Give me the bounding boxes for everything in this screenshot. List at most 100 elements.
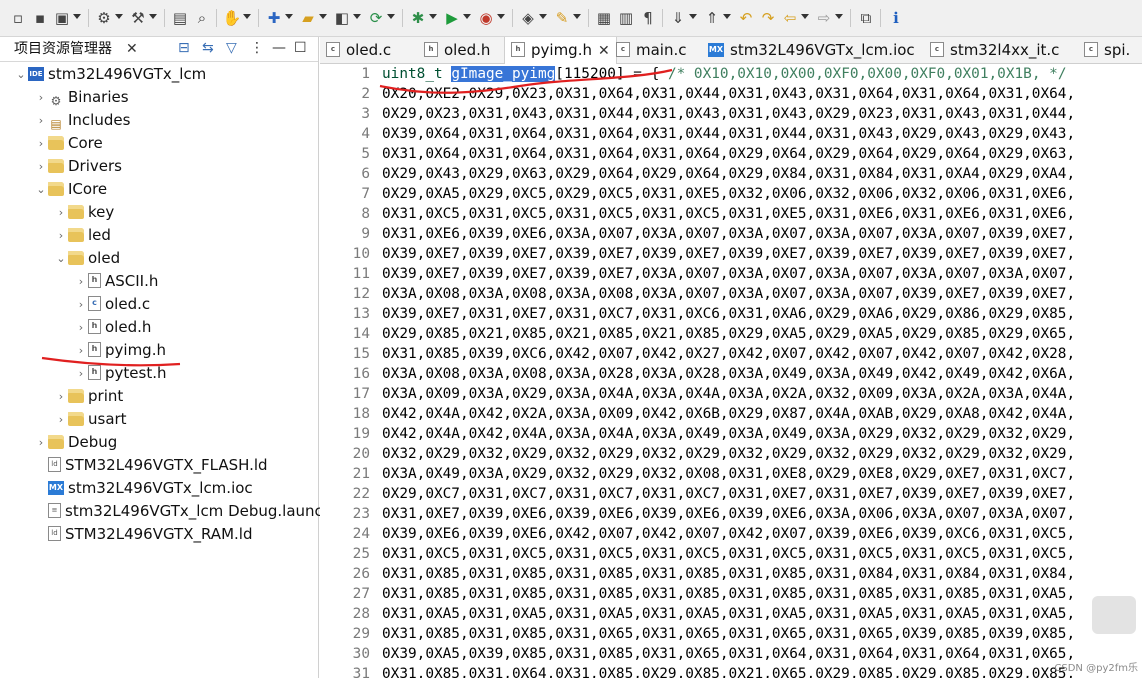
- maximize-icon[interactable]: ☐: [294, 38, 307, 58]
- tree-item-stm32l496vgtx-ram-ld[interactable]: ld STM32L496VGTX_RAM.ld: [34, 523, 252, 546]
- code-line[interactable]: 0X29,0XC7,0X31,0XC7,0X31,0XC7,0X31,0XC7,…: [382, 484, 1075, 504]
- tree-item-stm32l496vgtx-lcm-ioc[interactable]: MX stm32L496VGTx_lcm.ioc: [34, 477, 253, 500]
- chevron-right-icon[interactable]: ›: [74, 362, 88, 385]
- code-line[interactable]: uint8_t gImage_pyimg[115200] = { /* 0X10…: [382, 64, 1066, 84]
- dropdown-arrow-icon[interactable]: [319, 14, 327, 19]
- dropdown-arrow-icon[interactable]: [723, 14, 731, 19]
- code-line[interactable]: 0X29,0X85,0X21,0X85,0X21,0X85,0X21,0X85,…: [382, 324, 1075, 344]
- code-line[interactable]: 0X39,0XA5,0X39,0X85,0X31,0X85,0X31,0X65,…: [382, 644, 1075, 664]
- chevron-right-icon[interactable]: ›: [34, 155, 48, 178]
- code-line[interactable]: 0X31,0X64,0X31,0X64,0X31,0X64,0X31,0X64,…: [382, 144, 1075, 164]
- prev-annotation-icon[interactable]: ⇑: [702, 7, 722, 29]
- dropdown-arrow-icon[interactable]: [835, 14, 843, 19]
- maximize-view-icon[interactable]: ⧉: [856, 7, 876, 29]
- code-line[interactable]: 0X31,0X85,0X31,0X64,0X31,0X85,0X29,0X85,…: [382, 664, 1075, 678]
- tab-stm32l496vgtx-lcm-ioc[interactable]: MX stm32L496VGTx_lcm.ioc: [708, 37, 915, 63]
- code-line[interactable]: 0X3A,0X08,0X3A,0X08,0X3A,0X28,0X3A,0X28,…: [382, 364, 1075, 384]
- dropdown-arrow-icon[interactable]: [243, 14, 251, 19]
- tab-stm32l4xx-it-c[interactable]: c stm32l4xx_it.c: [930, 37, 1059, 63]
- tab-oled-h[interactable]: h oled.h: [424, 37, 490, 63]
- tab-main-c[interactable]: c main.c: [616, 37, 687, 63]
- info-icon[interactable]: ℹ: [886, 7, 906, 29]
- search-icon[interactable]: ⌕: [192, 7, 212, 29]
- dropdown-arrow-icon[interactable]: [149, 14, 157, 19]
- tree-item-usart[interactable]: › usart: [54, 408, 127, 431]
- forward-icon[interactable]: ⇨: [814, 7, 834, 29]
- new-project-icon[interactable]: ✚: [264, 7, 284, 29]
- build-settings-icon[interactable]: ⚙: [94, 7, 114, 29]
- code-line[interactable]: 0X31,0X85,0X39,0XC6,0X42,0X07,0X42,0X27,…: [382, 344, 1075, 364]
- tree-item-oled-h[interactable]: › h oled.h: [74, 316, 152, 339]
- chevron-right-icon[interactable]: ›: [34, 109, 48, 132]
- tree-item-debug[interactable]: › Debug: [34, 431, 118, 454]
- minimize-icon[interactable]: —: [272, 38, 286, 58]
- dropdown-arrow-icon[interactable]: [115, 14, 123, 19]
- tab-spi-[interactable]: c spi.: [1084, 37, 1130, 63]
- tree-item-stm32l496vgtx-flash-ld[interactable]: ld STM32L496VGTX_FLASH.ld: [34, 454, 268, 477]
- tab-pyimg-h[interactable]: h pyimg.h ✕: [504, 37, 617, 64]
- tree-item-pyimg-h[interactable]: › h pyimg.h: [74, 339, 166, 362]
- chevron-right-icon[interactable]: ›: [34, 431, 48, 454]
- filter-icon[interactable]: ▽: [226, 38, 237, 58]
- code-line[interactable]: 0X42,0X4A,0X42,0X4A,0X3A,0X4A,0X3A,0X49,…: [382, 424, 1075, 444]
- dropdown-arrow-icon[interactable]: [73, 14, 81, 19]
- chevron-right-icon[interactable]: ›: [54, 224, 68, 247]
- debug-bug-icon[interactable]: ✱: [408, 7, 428, 29]
- tree-item-print[interactable]: › print: [54, 385, 123, 408]
- tree-item-includes[interactable]: › ▤ Includes: [34, 109, 131, 132]
- collapse-all-icon[interactable]: ⊟: [178, 38, 190, 58]
- code-line[interactable]: 0X31,0XC5,0X31,0XC5,0X31,0XC5,0X31,0XC5,…: [382, 544, 1075, 564]
- hammer-build-icon[interactable]: ⚒: [128, 7, 148, 29]
- tree-item-binaries[interactable]: › ⚙ Binaries: [34, 86, 129, 109]
- new-file-icon[interactable]: ▫: [8, 7, 28, 29]
- code-line[interactable]: 0X39,0XE7,0X39,0XE7,0X39,0XE7,0X39,0XE7,…: [382, 244, 1075, 264]
- link-with-editor-icon[interactable]: ⇆: [202, 38, 214, 58]
- forward-edit-icon[interactable]: ↷: [758, 7, 778, 29]
- dropdown-arrow-icon[interactable]: [285, 14, 293, 19]
- dropdown-arrow-icon[interactable]: [463, 14, 471, 19]
- back-edit-icon[interactable]: ↶: [736, 7, 756, 29]
- dropdown-arrow-icon[interactable]: [573, 14, 581, 19]
- chevron-down-icon[interactable]: ⌄: [34, 178, 48, 201]
- tree-item-icore[interactable]: ⌄ ICore: [34, 178, 107, 201]
- open-folder-icon[interactable]: ▰: [298, 7, 318, 29]
- external-tools-icon[interactable]: ◉: [476, 7, 496, 29]
- tree-item-stm32l496vgtx-lcm[interactable]: ⌄ IDE stm32L496VGTx_lcm: [14, 63, 206, 86]
- chevron-down-icon[interactable]: ⌄: [14, 63, 28, 86]
- dropdown-arrow-icon[interactable]: [539, 14, 547, 19]
- code-line[interactable]: 0X31,0XE6,0X39,0XE6,0X3A,0X07,0X3A,0X07,…: [382, 224, 1075, 244]
- next-annotation-icon[interactable]: ⇓: [668, 7, 688, 29]
- code-line[interactable]: 0X39,0XE6,0X39,0XE6,0X42,0X07,0X42,0X07,…: [382, 524, 1075, 544]
- chevron-right-icon[interactable]: ›: [74, 339, 88, 362]
- tree-item-pytest-h[interactable]: › h pytest.h: [74, 362, 167, 385]
- code-line[interactable]: 0X29,0XA5,0X29,0XC5,0X29,0XC5,0X31,0XE5,…: [382, 184, 1075, 204]
- code-line[interactable]: 0X39,0X64,0X31,0X64,0X31,0X64,0X31,0X44,…: [382, 124, 1075, 144]
- chevron-right-icon[interactable]: ›: [54, 201, 68, 224]
- dropdown-arrow-icon[interactable]: [801, 14, 809, 19]
- code-editor[interactable]: 1 uint8_t gImage_pyimg[115200] = { /* 0X1…: [320, 64, 1142, 678]
- code-line[interactable]: 0X3A,0X08,0X3A,0X08,0X3A,0X08,0X3A,0X07,…: [382, 284, 1075, 304]
- paragraph-icon[interactable]: ¶: [638, 7, 658, 29]
- code-line[interactable]: 0X29,0X43,0X29,0X63,0X29,0X64,0X29,0X64,…: [382, 164, 1075, 184]
- chevron-right-icon[interactable]: ›: [74, 316, 88, 339]
- code-line[interactable]: 0X31,0X85,0X31,0X85,0X31,0X65,0X31,0X65,…: [382, 624, 1075, 644]
- debug-hand-icon[interactable]: ✋: [222, 7, 242, 29]
- code-line[interactable]: 0X20,0XE2,0X29,0X23,0X31,0X64,0X31,0X44,…: [382, 84, 1075, 104]
- tree-item-oled-c[interactable]: › c oled.c: [74, 293, 150, 316]
- code-line[interactable]: 0X3A,0X09,0X3A,0X29,0X3A,0X4A,0X3A,0X4A,…: [382, 384, 1075, 404]
- tree-item-stm32l496vgtx-lcm-debug-launch[interactable]: ≡ stm32L496VGTx_lcm Debug.launch: [34, 500, 332, 523]
- tab-oled-c[interactable]: c oled.c: [326, 37, 391, 63]
- close-icon[interactable]: ✕: [126, 39, 138, 59]
- chevron-down-icon[interactable]: ⌄: [54, 247, 68, 270]
- dropdown-arrow-icon[interactable]: [497, 14, 505, 19]
- dropdown-arrow-icon[interactable]: [387, 14, 395, 19]
- dropdown-arrow-icon[interactable]: [429, 14, 437, 19]
- code-line[interactable]: 0X31,0XA5,0X31,0XA5,0X31,0XA5,0X31,0XA5,…: [382, 604, 1075, 624]
- view-menu-icon[interactable]: ⋮: [250, 38, 264, 58]
- open-perspective-icon[interactable]: ◈: [518, 7, 538, 29]
- tree-item-core[interactable]: › Core: [34, 132, 103, 155]
- code-line[interactable]: 0X39,0XE7,0X31,0XE7,0X31,0XC7,0X31,0XC6,…: [382, 304, 1075, 324]
- code-line[interactable]: 0X29,0X23,0X31,0X43,0X31,0X44,0X31,0X43,…: [382, 104, 1075, 124]
- chevron-right-icon[interactable]: ›: [74, 270, 88, 293]
- code-line[interactable]: 0X31,0X85,0X31,0X85,0X31,0X85,0X31,0X85,…: [382, 564, 1075, 584]
